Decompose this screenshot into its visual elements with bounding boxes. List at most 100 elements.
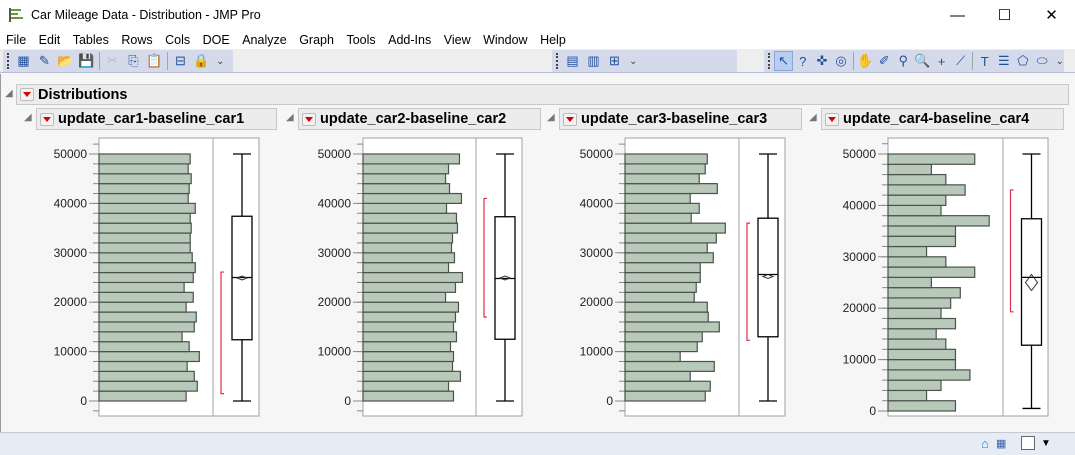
crosshair-icon[interactable]: + [932,51,951,71]
histogram-bar [887,348,957,361]
histogram-bar [362,262,450,274]
menu-doe[interactable]: DOE [203,33,230,47]
histogram-bar [98,153,191,165]
red-triangle-menu-icon[interactable] [40,112,54,126]
minimize-button[interactable]: — [934,0,981,30]
status-bar: ⌂ ▦ ▼ [0,432,1075,455]
annotate-icon[interactable]: T [975,51,994,71]
ellipse-icon[interactable]: ⬭ [1033,51,1052,71]
histogram-bar [624,183,718,195]
histogram-bar [624,370,691,382]
histogram-bar [362,331,458,343]
menu-help[interactable]: Help [540,33,566,47]
menu-window[interactable]: Window [483,33,527,47]
show-log-icon[interactable]: ⊟ [170,51,191,71]
menu-rows[interactable]: Rows [121,33,152,47]
histogram-bar [624,341,698,353]
histogram-bar [362,291,447,303]
histogram-bar [98,262,196,274]
histogram-bar [887,379,942,392]
grabber-icon[interactable]: ✋ [855,51,874,71]
axis-tick-label: 10000 [318,345,352,359]
menu-tables[interactable]: Tables [73,33,109,47]
home-icon[interactable]: ⌂ [981,436,989,451]
toolbar-overflow-icon[interactable]: ⌄ [629,56,637,67]
red-triangle-menu-icon[interactable] [563,112,577,126]
distribution-header[interactable]: update_car4-baseline_car4 [821,108,1064,130]
add-rows-icon[interactable]: ⊞ [604,51,625,71]
histogram-bar [887,153,976,165]
menu-file[interactable]: File [6,33,26,47]
toolbar-grip[interactable] [7,53,10,69]
paste-icon[interactable]: 📋 [144,51,165,71]
lasso-icon[interactable]: ⚲ [894,51,913,71]
disclosure-icon[interactable]: ◢ [547,112,555,123]
red-triangle-menu-icon[interactable] [302,112,316,126]
window-list-button[interactable] [1021,436,1035,450]
axis-tick-label: 40000 [318,196,352,210]
help-icon[interactable]: ? [793,51,812,71]
crosshair-brush-icon[interactable]: ✜ [812,51,831,71]
lock-icon[interactable]: 🔒 [191,51,212,71]
histogram-bar [98,370,195,382]
menu-analyze[interactable]: Analyze [242,33,286,47]
menu-graph[interactable]: Graph [299,33,334,47]
new-script-icon[interactable]: ✎ [34,51,55,71]
arrow-icon[interactable]: ↖ [773,51,794,71]
brush-icon[interactable]: ✐ [875,51,894,71]
toolbar-overflow-icon[interactable]: ⌄ [1056,56,1064,67]
disclosure-icon[interactable]: ◢ [809,112,817,123]
jmp-app-icon [9,8,23,22]
histogram-bar [887,359,957,371]
menu-tools[interactable]: Tools [346,33,375,47]
axis-tick-label: 0 [344,394,351,408]
close-button[interactable]: ✕ [1028,0,1075,30]
histogram-bar [362,242,453,254]
disclosure-icon[interactable]: ◢ [286,112,294,123]
histogram-bar [624,232,717,244]
line-icon[interactable]: ☰ [994,51,1013,71]
axis-tick-label: 50000 [54,147,88,161]
axis-tick-label: 30000 [843,250,877,264]
histogram-bar [624,173,700,185]
open-icon[interactable]: 📂 [55,51,76,71]
distribution-header[interactable]: update_car1-baseline_car1 [36,108,277,130]
ruler-icon[interactable]: ⟋ [951,51,970,71]
distribution-header[interactable]: update_car2-baseline_car2 [298,108,541,130]
toolbar-grip[interactable] [556,53,559,69]
histogram-bar [98,281,185,293]
save-icon[interactable]: 💾 [76,51,97,71]
histogram-bar [98,202,196,214]
copy-icon[interactable]: ⎘ [123,51,144,71]
histogram-bar [624,281,697,293]
menu-add-ins[interactable]: Add-Ins [388,33,431,47]
histogram-bar [624,262,701,274]
disclosure-icon[interactable]: ◢ [24,112,32,123]
new-data-table-icon[interactable]: ▦ [13,51,34,71]
histogram-bar [887,317,957,330]
data-table-icon[interactable]: ▦ [996,437,1006,450]
dropdown-arrow-icon[interactable]: ▼ [1041,438,1051,449]
axis-tick-label: 20000 [318,295,352,309]
toolbar-grip[interactable] [768,53,771,69]
histogram-bar [624,192,691,204]
lasso-target-icon[interactable]: ◎ [831,51,850,71]
histogram-bar [98,222,192,234]
menu-view[interactable]: View [444,33,471,47]
histogram-bar [362,360,454,372]
column-info-icon[interactable]: ▥ [583,51,604,71]
menu-cols[interactable]: Cols [165,33,190,47]
toolbar-overflow-icon[interactable]: ⌄ [216,56,224,67]
menu-edit[interactable]: Edit [39,33,61,47]
magnifier-icon[interactable]: 🔍 [913,51,932,71]
maximize-button[interactable]: ☐ [981,0,1028,30]
histogram-bar [98,192,189,204]
data-grid-icon[interactable]: ▤ [562,51,583,71]
cut-icon[interactable]: ✂ [102,51,123,71]
polygon-icon[interactable]: ⬠ [1013,51,1032,71]
distribution-header[interactable]: update_car3-baseline_car3 [559,108,802,130]
toolbar-separator [99,52,100,70]
red-triangle-menu-icon[interactable] [825,112,839,126]
toolbar-group: ↖? ✜ ◎ ✋ ✐ ⚲ 🔍 + ⟋ T ☰ ⬠ ⬭ ⌄ [764,50,1064,72]
histogram-bar [362,341,452,353]
